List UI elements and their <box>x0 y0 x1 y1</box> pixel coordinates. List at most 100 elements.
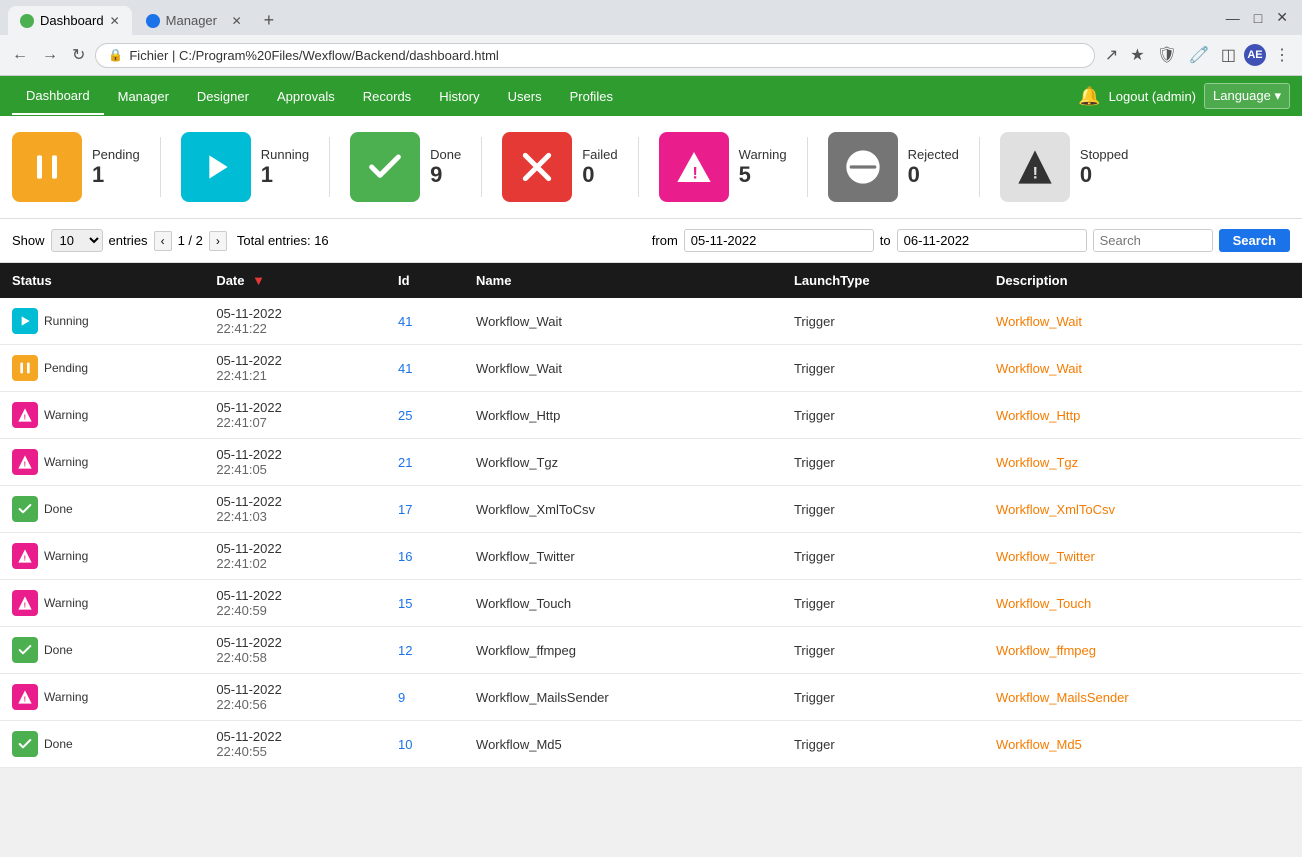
stat-warning[interactable]: ! Warning 5 <box>659 132 787 202</box>
cell-id-3: 21 <box>386 439 464 486</box>
cell-id-0: 41 <box>386 298 464 345</box>
close-tab-manager[interactable]: ✕ <box>232 14 242 28</box>
cell-description-7: Workflow_ffmpeg <box>984 627 1302 674</box>
forward-button[interactable]: → <box>38 42 62 68</box>
new-tab-button[interactable]: + <box>256 6 283 35</box>
tab-manager-label: Manager <box>166 13 217 28</box>
total-entries: Total entries: 16 <box>237 233 329 248</box>
language-button[interactable]: Language ▾ <box>1204 83 1290 109</box>
divider-4 <box>638 137 639 197</box>
logout-button[interactable]: Logout (admin) <box>1109 89 1196 104</box>
cell-description-6: Workflow_Touch <box>984 580 1302 627</box>
status-icon-7 <box>12 637 38 663</box>
running-label: Running <box>261 147 309 162</box>
cell-status-6: ! Warning <box>0 580 204 627</box>
from-date-input[interactable] <box>684 229 874 252</box>
stat-failed[interactable]: Failed 0 <box>502 132 617 202</box>
extensions-icon[interactable]: 🧷 <box>1185 41 1213 69</box>
cell-description-1: Workflow_Wait <box>984 345 1302 392</box>
table-wrapper: Status Date ▼ Id Name LaunchType Descrip… <box>0 263 1302 768</box>
status-icon-0 <box>12 308 38 334</box>
failed-icon <box>502 132 572 202</box>
cell-date-6: 05-11-202222:40:59 <box>204 580 386 627</box>
cell-launchtype-0: Trigger <box>782 298 984 345</box>
notification-bell-icon[interactable]: 🔔 <box>1078 86 1100 107</box>
menu-icon[interactable]: ⋮ <box>1270 41 1294 69</box>
cell-description-4: Workflow_XmlToCsv <box>984 486 1302 533</box>
url-text: Fichier | C:/Program%20Files/Wexflow/Bac… <box>129 48 1082 63</box>
shield-icon[interactable]: 🛡 <box>1153 41 1181 69</box>
table-row: Done 05-11-202222:40:55 10 Workflow_Md5 … <box>0 721 1302 768</box>
close-window-button[interactable]: ✕ <box>1270 7 1294 28</box>
tab-dashboard-label: Dashboard <box>40 13 104 28</box>
profile-icon[interactable]: AE <box>1244 44 1266 66</box>
warning-label: Warning <box>739 147 787 162</box>
next-page-button[interactable]: › <box>209 231 227 251</box>
data-table: Status Date ▼ Id Name LaunchType Descrip… <box>0 263 1302 768</box>
star-icon[interactable]: ★ <box>1126 41 1148 69</box>
nav-users[interactable]: Users <box>494 79 556 114</box>
cell-name-3: Workflow_Tgz <box>464 439 782 486</box>
cell-description-2: Workflow_Http <box>984 392 1302 439</box>
cell-date-2: 05-11-202222:41:07 <box>204 392 386 439</box>
stat-pending[interactable]: Pending 1 <box>12 132 140 202</box>
stat-stopped[interactable]: ! Stopped 0 <box>1000 132 1128 202</box>
cell-name-9: Workflow_Md5 <box>464 721 782 768</box>
stat-running[interactable]: Running 1 <box>181 132 309 202</box>
search-button[interactable]: Search <box>1219 229 1290 252</box>
stat-done[interactable]: Done 9 <box>350 132 461 202</box>
table-row: ! Warning 05-11-202222:40:56 9 Workflow_… <box>0 674 1302 721</box>
cell-name-8: Workflow_MailsSender <box>464 674 782 721</box>
maximize-button[interactable]: □ <box>1248 8 1268 28</box>
cell-description-8: Workflow_MailsSender <box>984 674 1302 721</box>
cell-status-8: ! Warning <box>0 674 204 721</box>
stats-row: Pending 1 Running 1 Done 9 Failed 0 <box>0 116 1302 219</box>
cell-description-0: Workflow_Wait <box>984 298 1302 345</box>
nav-profiles[interactable]: Profiles <box>556 79 627 114</box>
cell-status-4: Done <box>0 486 204 533</box>
cell-id-2: 25 <box>386 392 464 439</box>
cell-status-5: ! Warning <box>0 533 204 580</box>
rejected-icon <box>828 132 898 202</box>
cell-launchtype-6: Trigger <box>782 580 984 627</box>
nav-dashboard[interactable]: Dashboard <box>12 78 104 115</box>
nav-designer[interactable]: Designer <box>183 79 263 114</box>
entries-select[interactable]: 102550100 <box>51 229 103 252</box>
close-tab-dashboard[interactable]: ✕ <box>110 14 120 28</box>
divider-3 <box>481 137 482 197</box>
cell-date-1: 05-11-202222:41:21 <box>204 345 386 392</box>
cell-name-2: Workflow_Http <box>464 392 782 439</box>
nav-records[interactable]: Records <box>349 79 425 114</box>
cell-launchtype-2: Trigger <box>782 392 984 439</box>
cell-launchtype-8: Trigger <box>782 674 984 721</box>
entries-label: entries <box>109 233 148 248</box>
pending-value: 1 <box>92 162 140 188</box>
nav-history[interactable]: History <box>425 79 493 114</box>
nav-approvals[interactable]: Approvals <box>263 79 349 114</box>
stopped-icon: ! <box>1000 132 1070 202</box>
svg-text:!: ! <box>24 695 26 704</box>
done-icon <box>350 132 420 202</box>
cell-date-9: 05-11-202222:40:55 <box>204 721 386 768</box>
cell-status-7: Done <box>0 627 204 674</box>
nav-manager[interactable]: Manager <box>104 79 183 114</box>
status-icon-9 <box>12 731 38 757</box>
minimize-button[interactable]: — <box>1220 8 1246 28</box>
cell-launchtype-5: Trigger <box>782 533 984 580</box>
status-icon-1 <box>12 355 38 381</box>
address-bar[interactable]: 🔒 Fichier | C:/Program%20Files/Wexflow/B… <box>95 43 1094 68</box>
to-date-input[interactable] <box>897 229 1087 252</box>
tab-manager[interactable]: Manager ✕ <box>134 6 254 35</box>
share-icon[interactable]: ↗ <box>1101 41 1122 69</box>
back-button[interactable]: ← <box>8 42 32 68</box>
cell-id-8: 9 <box>386 674 464 721</box>
reload-button[interactable]: ↻ <box>68 41 89 69</box>
tab-dashboard[interactable]: Dashboard ✕ <box>8 6 132 35</box>
search-text-input[interactable] <box>1093 229 1213 252</box>
col-date[interactable]: Date ▼ <box>204 263 386 298</box>
cell-status-3: ! Warning <box>0 439 204 486</box>
stat-rejected[interactable]: Rejected 0 <box>828 132 959 202</box>
prev-page-button[interactable]: ‹ <box>154 231 172 251</box>
split-view-icon[interactable]: ◫ <box>1217 41 1240 69</box>
cell-id-4: 17 <box>386 486 464 533</box>
